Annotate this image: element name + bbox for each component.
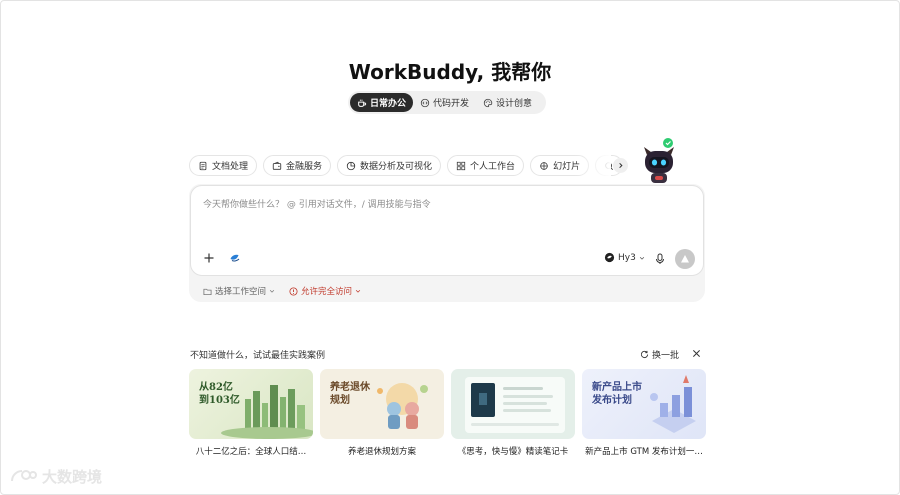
card-thumb-title: 从82亿 [199,382,233,393]
tab-daily-office[interactable]: 日常办公 [350,93,414,112]
slides-icon [540,161,548,170]
chip-label: 数据分析及可视化 [360,162,433,172]
watermark-text: 大数跨境 [42,468,103,486]
alert-circle-icon [289,286,298,296]
palette-icon [483,98,493,107]
folder-icon [203,288,212,295]
refresh-icon [640,350,649,359]
suggestion-card[interactable]: 新产品上市 发布计划 新产品上市 GTM 发布计划一… [582,369,706,457]
composer-input[interactable]: 今天帮你做些什么？ @ 引用对话文件，/ 调用技能与指令 [203,197,431,210]
mode-switch: 日常办公 代码开发 设计创意 [348,91,546,114]
microphone-icon[interactable] [655,253,665,265]
watermark: 大数跨境 [8,466,102,487]
card-thumbnail: 新产品上市 发布计划 [582,369,706,439]
quick-category-bar: 文档处理 金融服务 数据分析及可视化 个人工作台 幻灯片 [189,155,624,176]
coffee-icon [358,99,367,107]
chip-document[interactable]: 文档处理 [189,155,258,176]
skill-logo-icon[interactable] [229,252,241,264]
suggestion-card[interactable]: 从82亿 到103亿 八十二亿之后：全球人口结… [189,369,313,457]
card-thumb-title: 发布计划 [592,395,632,406]
card-thumb-title: 到103亿 [199,395,240,406]
card-thumb-title: 新产品上市 [592,382,642,393]
chevron-right-icon [619,162,623,169]
workspace-label: 选择工作空间 [215,287,267,297]
card-thumb-title: 养老退休 [330,382,370,393]
chip-data-analysis[interactable]: 数据分析及可视化 [337,155,442,176]
tab-code-dev[interactable]: 代码开发 [413,93,476,112]
send-arrow-icon [681,255,689,263]
document-icon [199,161,207,170]
chip-finance[interactable]: 金融服务 [263,155,332,176]
tab-label: 设计创意 [496,99,533,109]
suggestions-heading: 不知道做什么，试试最佳实践案例 [190,351,326,361]
chip-label: 金融服务 [286,162,323,172]
suggestion-card[interactable]: 养老退休 规划 养老退休规划方案 [320,369,444,457]
send-button[interactable] [675,249,695,269]
model-logo-icon [604,252,615,263]
code-icon [420,98,430,107]
suggestion-card[interactable]: 《思考，快与慢》精读笔记卡 [451,369,575,457]
tab-label: 代码开发 [433,99,470,109]
suggestion-cards: 从82亿 到103亿 八十二亿之后：全球人口结… 养老退休 规划 养老退休规划方… [189,369,706,457]
access-label: 允许完全访问 [301,287,353,297]
chevron-down-icon [269,289,275,293]
model-label: Hy3 [618,252,636,263]
card-caption: 《思考，快与慢》精读笔记卡 [457,447,569,457]
card-thumbnail: 养老退休 规划 [320,369,444,439]
chips-scroll-right-button[interactable] [613,158,628,173]
chevron-down-icon [639,256,644,260]
model-selector[interactable]: Hy3 [604,252,645,263]
chip-label: 文档处理 [212,162,249,172]
card-caption: 八十二亿之后：全球人口结… [195,447,307,457]
card-thumbnail: 从82亿 到103亿 [189,369,313,439]
robot-mascot-icon [644,138,674,183]
plus-icon[interactable] [203,252,215,264]
chip-label: 个人工作台 [470,162,516,172]
refresh-label: 换一批 [652,351,680,361]
chips-fade [575,152,611,179]
page-title: WorkBuddy, 我帮你 [348,60,552,84]
card-caption: 养老退休规划方案 [347,447,416,457]
card-thumb-title: 规划 [330,395,350,406]
pie-chart-icon [346,161,356,170]
watermark-logo-icon [11,469,37,481]
grid-icon [456,161,466,170]
chevron-down-icon [355,289,361,293]
tab-design[interactable]: 设计创意 [476,93,539,112]
card-thumbnail [451,369,575,439]
tab-label: 日常办公 [370,99,407,109]
chip-workbench[interactable]: 个人工作台 [447,155,525,176]
card-caption: 新产品上市 GTM 发布计划一… [585,447,703,457]
chat-composer[interactable]: 今天帮你做些什么？ @ 引用对话文件，/ 调用技能与指令 Hy3 [190,185,704,276]
refresh-suggestions-button[interactable]: 换一批 [640,348,679,361]
close-icon[interactable] [692,349,701,358]
workspace-selector[interactable]: 选择工作空间 [203,285,275,297]
access-permission-selector[interactable]: 允许完全访问 [289,285,361,297]
wallet-icon [272,161,282,170]
composer-options: 选择工作空间 允许完全访问 [203,285,361,297]
